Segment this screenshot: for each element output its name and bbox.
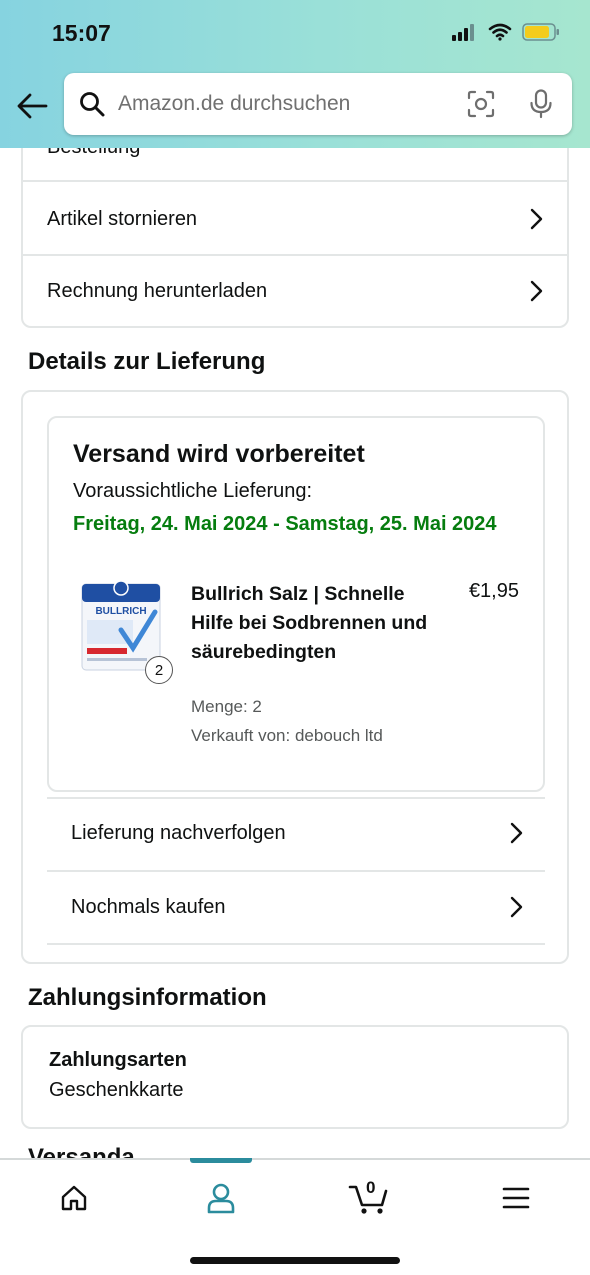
account-icon <box>207 1183 235 1214</box>
search-bar[interactable]: Amazon.de durchsuchen <box>64 73 572 135</box>
chevron-right-icon <box>530 208 543 230</box>
delivery-card: Versand wird vorbereitet Voraussichtlich… <box>21 390 569 964</box>
product-quantity: Menge: 2 <box>191 697 262 716</box>
back-button[interactable] <box>14 86 50 126</box>
bottom-navigation: 0 <box>0 1158 590 1275</box>
status-time: 15:07 <box>52 20 111 46</box>
microphone-icon[interactable] <box>526 89 556 119</box>
active-tab-indicator <box>190 1158 252 1163</box>
cancel-items-row[interactable]: Artikel stornieren <box>23 182 567 256</box>
product-image[interactable]: BULLRICH <box>81 578 161 672</box>
buy-again-row[interactable]: Nochmals kaufen <box>47 870 545 944</box>
product-price: €1,95 <box>468 580 519 602</box>
payment-method-label: Zahlungsarten <box>49 1049 187 1071</box>
product-brand-text: BULLRICH <box>95 606 146 617</box>
nav-menu[interactable] <box>494 1178 538 1218</box>
track-delivery-label: Lieferung nachverfolgen <box>71 821 286 844</box>
nav-home[interactable] <box>52 1178 96 1218</box>
home-indicator <box>190 1257 400 1264</box>
product-title[interactable]: Bullrich Salz | Schnelle Hilfe bei Sodbr… <box>191 580 431 667</box>
download-invoice-row[interactable]: Rechnung herunterladen <box>23 254 567 328</box>
nav-cart[interactable]: 0 <box>346 1178 392 1218</box>
wifi-icon <box>488 23 512 41</box>
back-arrow-icon <box>17 93 48 119</box>
camera-search-icon[interactable] <box>466 89 496 119</box>
nav-account[interactable] <box>199 1178 243 1218</box>
chevron-right-icon <box>530 280 543 302</box>
divider <box>47 943 545 945</box>
delivery-estimate-dates: Freitag, 24. Mai 2024 - Samstag, 25. Mai… <box>73 513 497 535</box>
order-details-page: Bestellung Artikel stornieren Rechnung h… <box>0 0 590 1275</box>
menu-icon <box>502 1187 530 1209</box>
track-delivery-row[interactable]: Lieferung nachverfolgen <box>47 796 545 870</box>
shipment-status: Versand wird vorbereitet <box>73 440 365 468</box>
payment-section-title: Zahlungsinformation <box>28 984 267 1011</box>
chevron-right-icon <box>510 822 523 844</box>
delivery-section-title: Details zur Lieferung <box>28 348 266 375</box>
app-header: 15:07 Amazon.de durchsuchen <box>0 0 590 148</box>
home-icon <box>61 1185 87 1211</box>
battery-icon <box>522 23 559 41</box>
payment-card[interactable]: Zahlungsarten Geschenkkarte <box>21 1025 569 1129</box>
delivery-estimate-label: Voraussichtliche Lieferung: <box>73 480 313 502</box>
product-seller: Verkauft von: debouch ltd <box>191 726 383 745</box>
payment-method-value: Geschenkkarte <box>49 1079 184 1101</box>
quantity-badge: 2 <box>145 656 173 684</box>
shipment-box: Versand wird vorbereitet Voraussichtlich… <box>47 416 545 792</box>
search-input[interactable]: Amazon.de durchsuchen <box>118 92 466 116</box>
cancel-items-label: Artikel stornieren <box>47 207 198 230</box>
cart-count: 0 <box>366 1178 376 1197</box>
chevron-right-icon <box>510 896 523 918</box>
buy-again-label: Nochmals kaufen <box>71 895 226 918</box>
search-icon <box>78 90 106 118</box>
product-package-image: BULLRICH <box>81 580 161 671</box>
signal-icon <box>452 24 474 41</box>
status-icons <box>452 22 560 42</box>
download-invoice-label: Rechnung herunterladen <box>47 279 268 302</box>
